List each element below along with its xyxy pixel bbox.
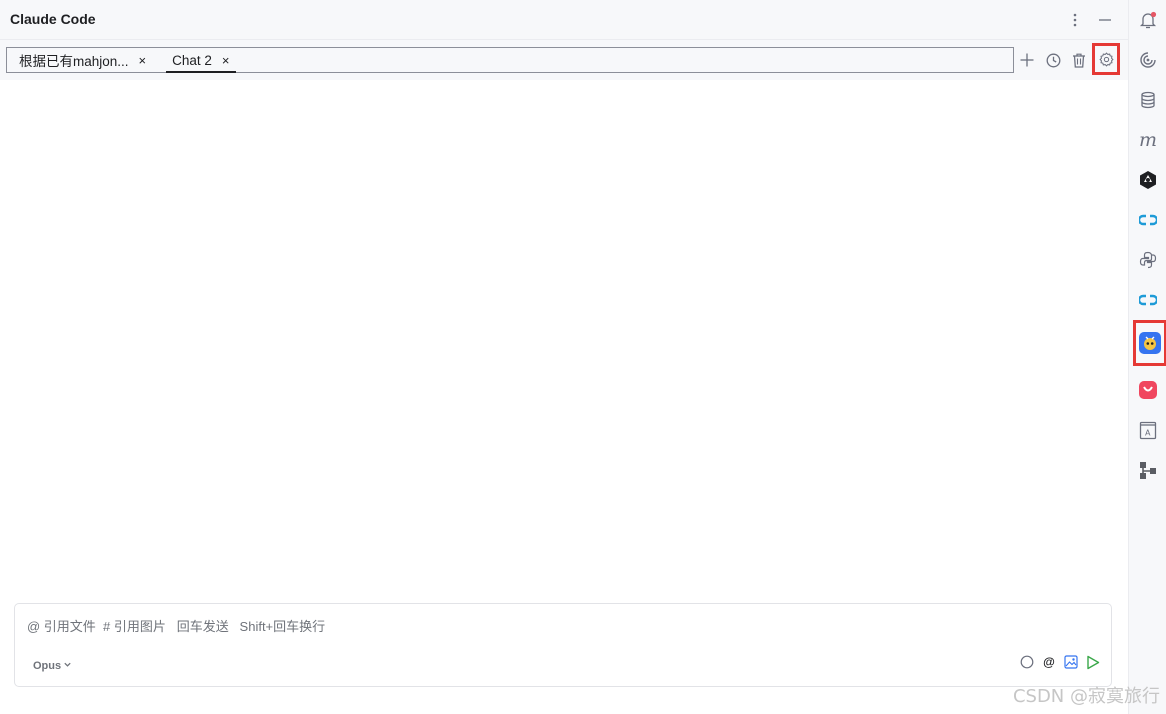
send-icon[interactable] bbox=[1085, 654, 1101, 670]
input-placeholder: @ 引用文件 # 引用图片 回车发送 Shift+回车换行 bbox=[27, 619, 326, 634]
app-plugin-icon[interactable] bbox=[1136, 378, 1160, 402]
more-vertical-icon[interactable] bbox=[1064, 9, 1086, 31]
tab-label: Chat 2 bbox=[172, 52, 212, 68]
close-icon[interactable]: × bbox=[139, 54, 147, 67]
app-window: Claude Code 根据已有mahjon... × Chat 2 × @ 引… bbox=[0, 0, 1166, 714]
svg-text:A: A bbox=[1145, 429, 1151, 438]
close-icon[interactable]: × bbox=[222, 54, 230, 67]
build-tool-icon[interactable] bbox=[1136, 168, 1160, 192]
panel-title: Claude Code bbox=[10, 11, 96, 27]
tab-actions bbox=[1016, 43, 1120, 75]
claude-code-panel: Claude Code 根据已有mahjon... × Chat 2 × @ 引… bbox=[0, 0, 1128, 714]
tab-chat-1[interactable]: 根据已有mahjon... × bbox=[13, 48, 152, 72]
new-chat-icon[interactable] bbox=[1016, 48, 1038, 72]
panel-titlebar: Claude Code bbox=[0, 0, 1128, 40]
structure-icon[interactable] bbox=[1136, 458, 1160, 482]
claude-code-plugin-icon[interactable] bbox=[1133, 320, 1166, 366]
translate-icon[interactable]: A bbox=[1136, 418, 1160, 442]
settings-icon[interactable] bbox=[1092, 43, 1120, 75]
right-tool-strip: m A bbox=[1128, 0, 1166, 714]
link-icon[interactable] bbox=[1136, 208, 1160, 232]
title-actions bbox=[1064, 9, 1116, 31]
python-icon[interactable] bbox=[1136, 248, 1160, 272]
notifications-icon[interactable] bbox=[1136, 8, 1160, 32]
at-mention-icon[interactable]: @ bbox=[1041, 654, 1057, 670]
circle-icon[interactable] bbox=[1019, 654, 1035, 670]
chat-tab-row: 根据已有mahjon... × Chat 2 × bbox=[0, 40, 1128, 80]
chevron-down-icon bbox=[63, 660, 72, 672]
svg-text:m: m bbox=[1139, 131, 1157, 149]
history-icon[interactable] bbox=[1042, 48, 1064, 72]
chat-tab-strip: 根据已有mahjon... × Chat 2 × bbox=[6, 47, 1014, 73]
ai-assistant-icon[interactable] bbox=[1136, 48, 1160, 72]
tab-chat-2[interactable]: Chat 2 × bbox=[166, 48, 236, 73]
chat-content-area bbox=[0, 80, 1128, 600]
database-icon[interactable] bbox=[1136, 88, 1160, 112]
maven-icon[interactable]: m bbox=[1136, 128, 1160, 152]
watermark: CSDN @寂寞旅行 bbox=[1012, 686, 1160, 707]
minimize-icon[interactable] bbox=[1094, 9, 1116, 31]
delete-icon[interactable] bbox=[1068, 48, 1090, 72]
input-actions: @ bbox=[1019, 654, 1101, 670]
model-label: Opus bbox=[33, 660, 62, 672]
model-selector[interactable]: Opus bbox=[33, 660, 72, 672]
tab-label: 根据已有mahjon... bbox=[19, 54, 129, 69]
image-icon[interactable] bbox=[1063, 654, 1079, 670]
link-icon[interactable] bbox=[1136, 288, 1160, 312]
chat-input-box[interactable]: @ 引用文件 # 引用图片 回车发送 Shift+回车换行 Opus @ bbox=[14, 603, 1112, 687]
